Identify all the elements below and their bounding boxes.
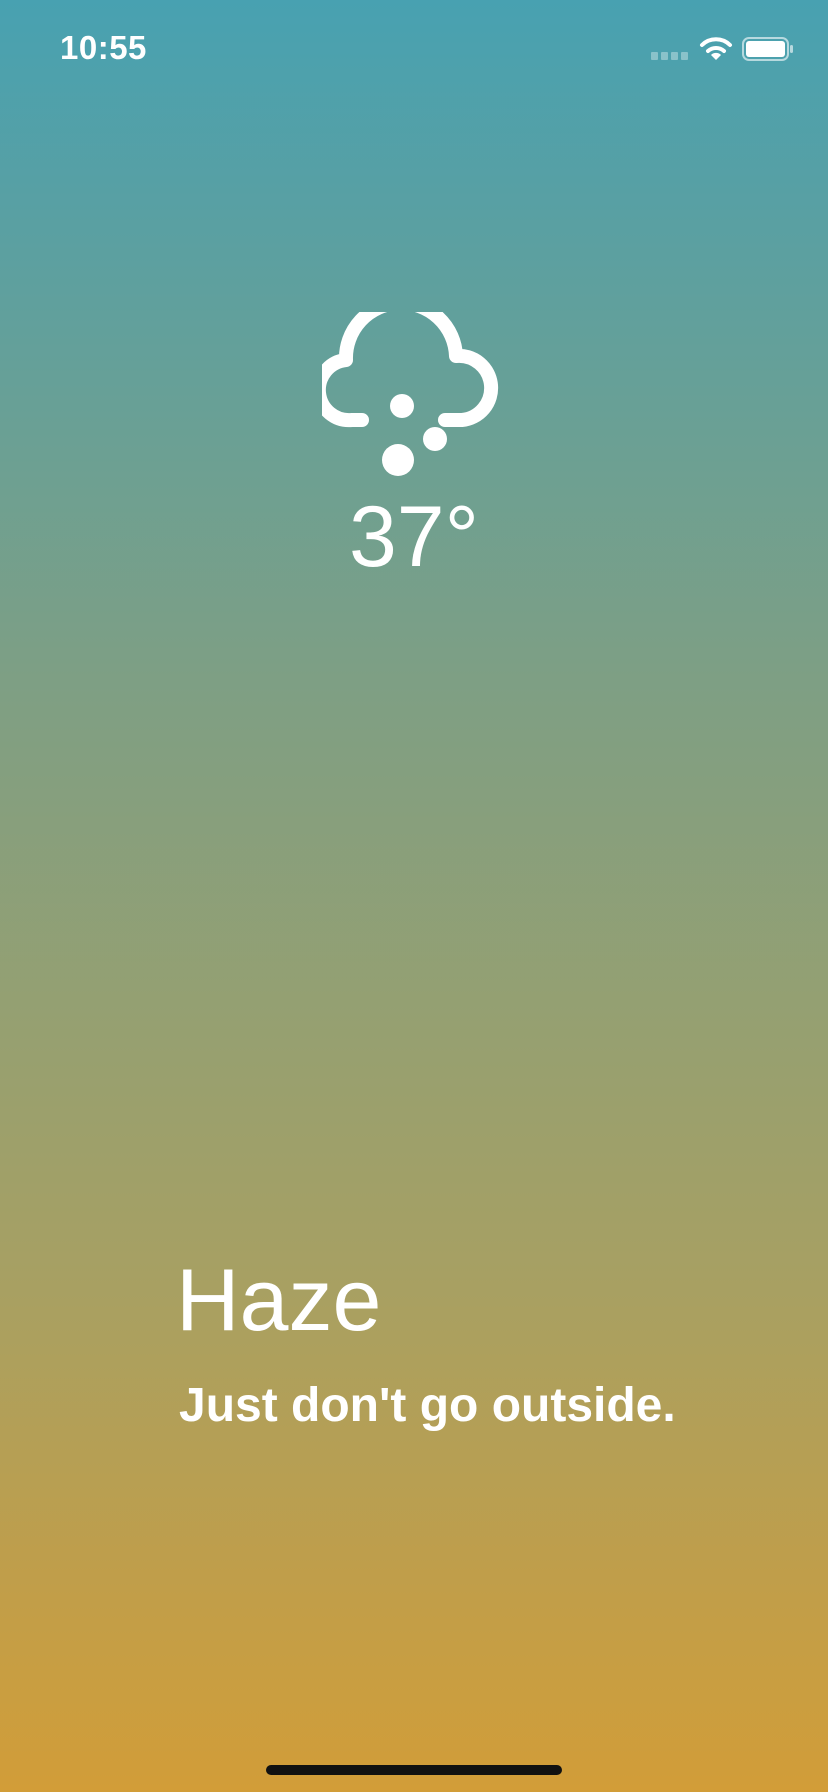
wifi-icon (700, 37, 732, 60)
status-bar: 10:55 (0, 0, 828, 100)
weather-message: Just don't go outside. (179, 1379, 676, 1432)
battery-icon (742, 37, 793, 61)
temperature-readout: 37° (348, 489, 480, 585)
weather-screen: 10:55 37° Haze Just don't go outside. (0, 0, 828, 1792)
hail-cloud-icon (322, 312, 499, 476)
cellular-signal-icon (651, 52, 691, 62)
weather-condition: Haze (176, 1250, 382, 1349)
home-indicator[interactable] (266, 1765, 562, 1775)
status-time: 10:55 (60, 29, 147, 66)
